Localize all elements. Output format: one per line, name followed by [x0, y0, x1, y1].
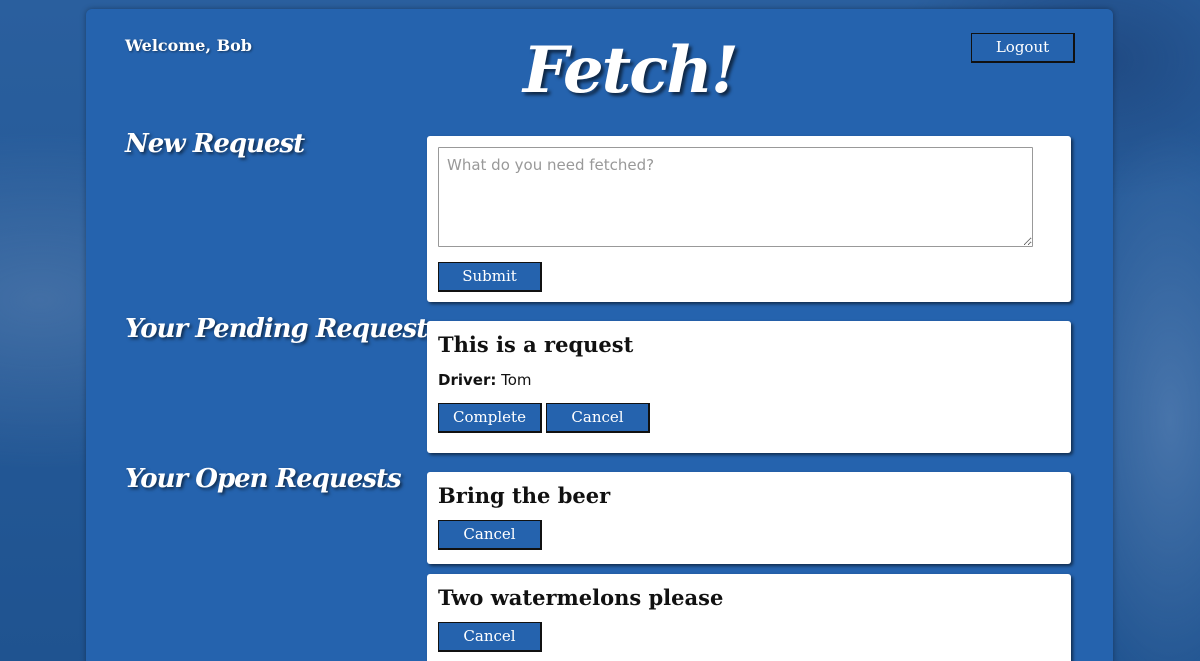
welcome-text: Welcome, Bob: [125, 36, 252, 55]
cancel-button[interactable]: Cancel: [438, 622, 542, 652]
pending-request-card: This is a request Driver: Tom Complete Ca…: [427, 321, 1071, 453]
request-textarea[interactable]: [438, 147, 1033, 247]
app-logo: Fetch!: [523, 33, 739, 108]
request-text: Two watermelons please: [438, 585, 724, 610]
cancel-button[interactable]: Cancel: [438, 520, 542, 550]
open-request-card: Bring the beer Cancel: [427, 472, 1071, 564]
driver-info: Driver: Tom: [438, 371, 1060, 389]
request-text: Bring the beer: [438, 483, 611, 508]
pending-requests-heading: Your Pending Requests: [125, 314, 442, 344]
driver-label: Driver:: [438, 371, 497, 389]
cancel-button[interactable]: Cancel: [546, 403, 650, 433]
new-request-card: Submit: [427, 136, 1071, 302]
complete-button[interactable]: Complete: [438, 403, 542, 433]
submit-button[interactable]: Submit: [438, 262, 542, 292]
request-text: This is a request: [438, 332, 634, 357]
main-panel: Welcome, Bob Fetch! Logout New Request S…: [86, 9, 1113, 661]
open-request-card: Two watermelons please Cancel: [427, 574, 1071, 661]
pending-actions: Complete Cancel: [438, 403, 1060, 433]
driver-name: Tom: [501, 371, 532, 389]
logout-button[interactable]: Logout: [971, 33, 1075, 63]
new-request-heading: New Request: [125, 129, 305, 159]
open-requests-heading: Your Open Requests: [125, 464, 402, 494]
